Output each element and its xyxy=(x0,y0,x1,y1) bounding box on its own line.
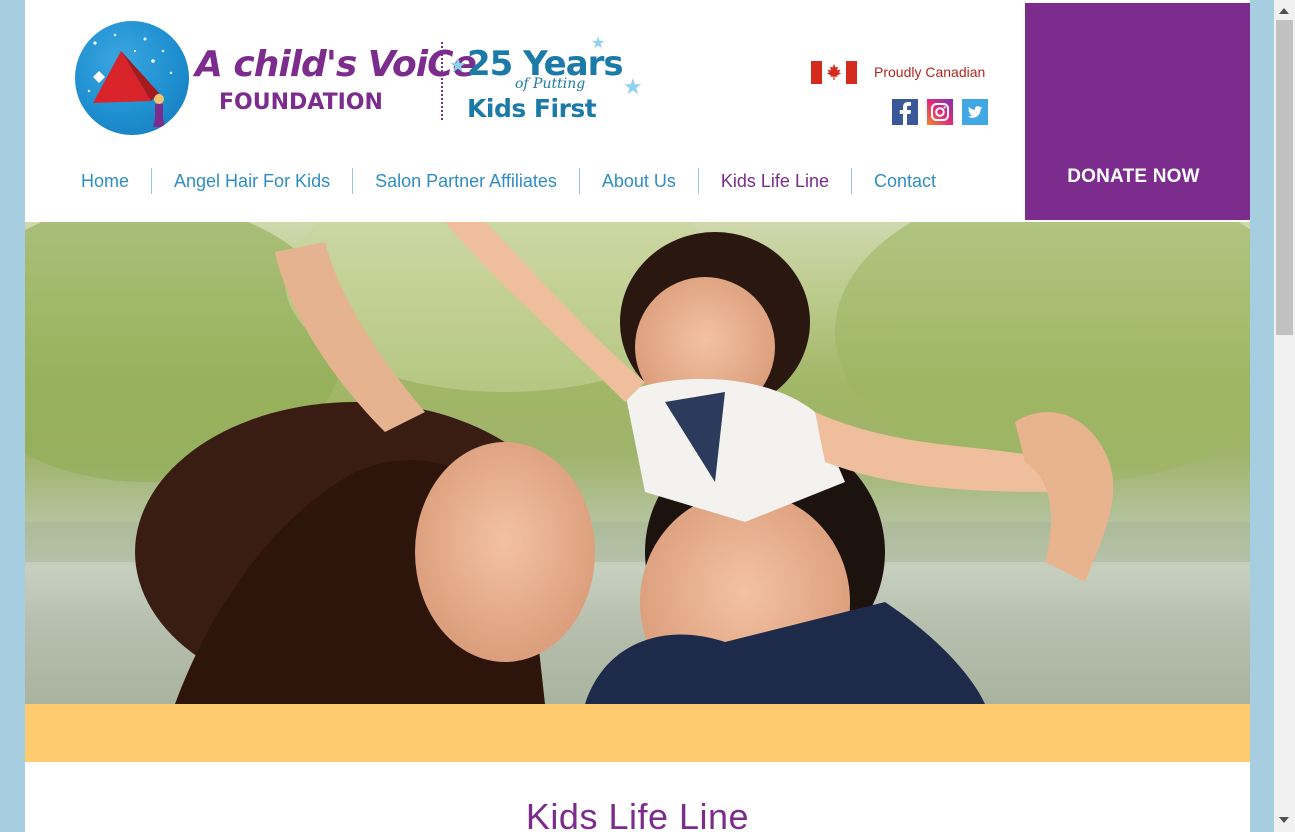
star-icon: ★ xyxy=(623,74,643,99)
donate-now-button[interactable]: DONATE NOW xyxy=(1025,3,1250,220)
facebook-icon[interactable] xyxy=(892,99,918,125)
logo-badge xyxy=(75,21,189,135)
scroll-up-arrow-icon[interactable] xyxy=(1279,8,1289,14)
logo-subtitle: FOUNDATION xyxy=(219,90,383,115)
logo-kids-first: Kids First xyxy=(467,94,597,123)
twitter-icon[interactable] xyxy=(962,99,988,125)
vertical-scrollbar[interactable] xyxy=(1274,0,1295,832)
nav-angel-hair-for-kids[interactable]: Angel Hair For Kids xyxy=(151,168,352,194)
page: A child's VoiCe FOUNDATION ★ ★ ★ 25 Year… xyxy=(25,0,1250,832)
social-links xyxy=(892,99,988,125)
donate-now-label: DONATE NOW xyxy=(1067,166,1200,187)
nav-kids-life-line[interactable]: Kids Life Line xyxy=(697,168,851,194)
scrollbar-thumb[interactable] xyxy=(1276,20,1293,335)
scroll-down-arrow-icon[interactable] xyxy=(1279,817,1289,823)
nav-salon-partner-affiliates[interactable]: Salon Partner Affiliates xyxy=(352,168,579,194)
main-nav: Home Angel Hair For Kids Salon Partner A… xyxy=(69,167,958,195)
nav-contact[interactable]: Contact xyxy=(850,168,958,194)
proudly-canadian: Proudly Canadian xyxy=(811,60,985,84)
family-photo xyxy=(25,222,1250,704)
site-logo[interactable]: A child's VoiCe FOUNDATION ★ ★ ★ 25 Year… xyxy=(75,20,643,136)
canada-flag-icon xyxy=(811,60,857,84)
hero-image xyxy=(25,222,1250,704)
proudly-canadian-text: Proudly Canadian xyxy=(874,64,986,80)
nav-about-us[interactable]: About Us xyxy=(578,168,698,194)
star-icon: ★ xyxy=(449,55,467,77)
instagram-icon[interactable] xyxy=(927,99,953,125)
yellow-band xyxy=(25,704,1250,762)
megaphone-logo-icon xyxy=(87,33,173,127)
site-header: A child's VoiCe FOUNDATION ★ ★ ★ 25 Year… xyxy=(25,0,1250,222)
nav-home[interactable]: Home xyxy=(69,168,151,194)
page-title: Kids Life Line xyxy=(525,796,750,832)
logo-title: A child's VoiCe xyxy=(195,44,477,85)
logo-putting: of Putting xyxy=(515,76,586,92)
logo-divider xyxy=(441,42,443,120)
